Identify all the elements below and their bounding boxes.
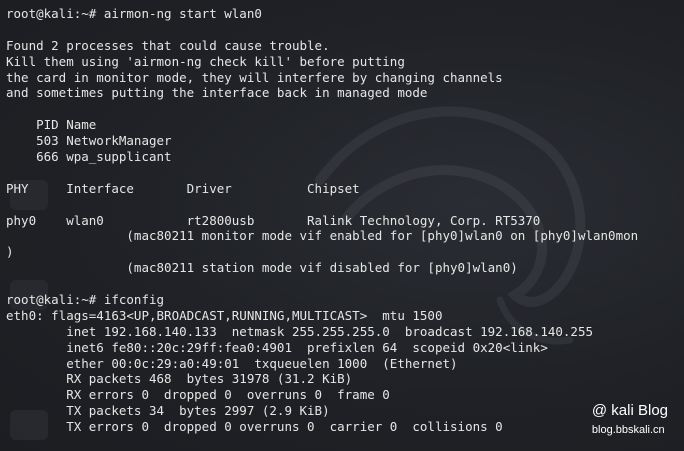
- terminal-line: inet 192.168.140.133 netmask 255.255.255…: [6, 323, 593, 339]
- terminal-line: (mac80211 station mode vif disabled for …: [6, 260, 518, 276]
- terminal-line: PHY Interface Driver Chipset: [6, 180, 360, 196]
- terminal-line: Kill them using 'airmon-ng check kill' b…: [6, 53, 405, 69]
- terminal-output[interactable]: root@kali:~# airmon-ng start wlan0 Found …: [6, 6, 638, 435]
- watermark-title: @ kali Blog: [591, 402, 668, 419]
- terminal-line: inet6 fe80::20c:29ff:fea0:4901 prefixlen…: [6, 339, 548, 355]
- terminal-line: Found 2 processes that could cause troub…: [6, 37, 330, 53]
- terminal-line: ): [6, 244, 14, 260]
- terminal-line: (mac80211 monitor mode vif enabled for […: [6, 228, 639, 244]
- terminal-line: TX packets 34 bytes 2997 (2.9 KiB): [6, 403, 330, 419]
- terminal-line: 666 wpa_supplicant: [6, 149, 172, 165]
- terminal-line: PID Name: [6, 117, 97, 133]
- watermark-url: blog.bbskali.cn: [591, 424, 665, 436]
- terminal-line: root@kali:~# ifconfig: [6, 292, 165, 308]
- terminal-window[interactable]: root@kali:~# airmon-ng start wlan0 Found …: [0, 0, 684, 451]
- blog-watermark: @ kali Blog blog.bbskali.cn: [592, 401, 668, 437]
- terminal-line: eth0: flags=4163<UP,BROADCAST,RUNNING,MU…: [6, 307, 443, 323]
- terminal-line: ether 00:0c:29:a0:49:01 txqueuelen 1000 …: [6, 355, 458, 371]
- terminal-line: root@kali:~# airmon-ng start wlan0: [6, 6, 262, 21]
- terminal-line: phy0 wlan0 rt2800usb Ralink Technology, …: [6, 212, 541, 228]
- terminal-line: RX packets 468 bytes 31978 (31.2 KiB): [6, 371, 353, 387]
- terminal-line: TX errors 0 dropped 0 overruns 0 carrier…: [6, 419, 503, 435]
- terminal-line: the card in monitor mode, they will inte…: [6, 69, 503, 85]
- terminal-line: RX errors 0 dropped 0 overruns 0 frame 0: [6, 387, 390, 403]
- terminal-line: 503 NetworkManager: [6, 133, 172, 149]
- terminal-line: and sometimes putting the interface back…: [6, 85, 428, 101]
